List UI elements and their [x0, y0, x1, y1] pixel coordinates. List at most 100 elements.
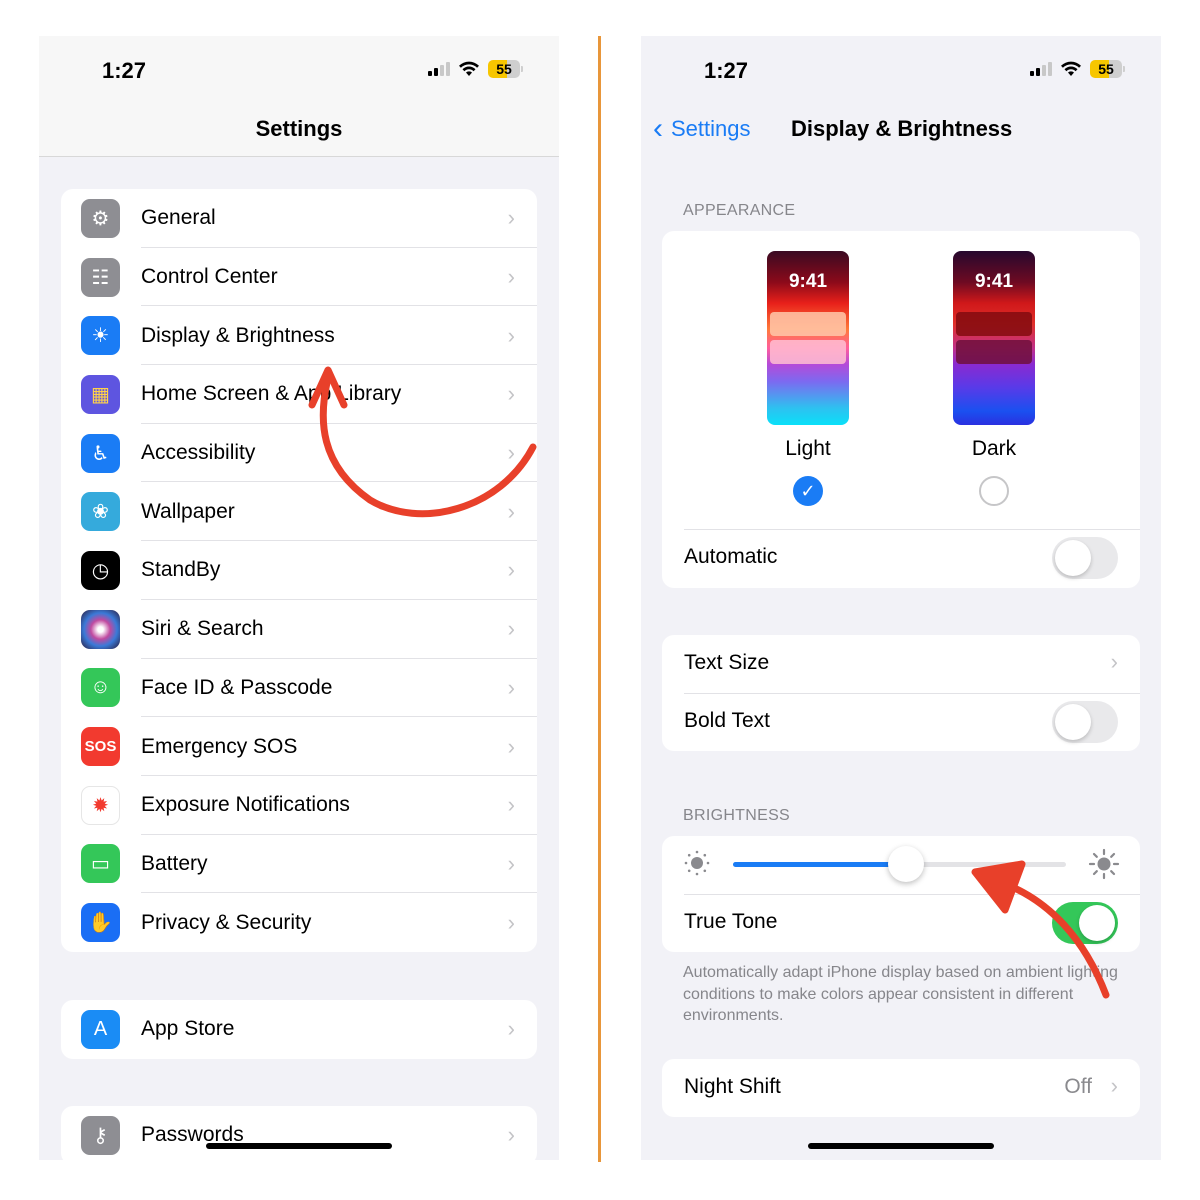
settings-row-passwords[interactable]: ⚷ Passwords › [61, 1106, 537, 1160]
app-store-icon: A [81, 1009, 120, 1049]
settings-row-app-store[interactable]: A App Store › [61, 1000, 537, 1059]
chevron-right-icon: › [507, 322, 515, 348]
cellular-signal-icon [1030, 62, 1052, 76]
face-id-icon: ☺ [81, 668, 120, 708]
battery-icon: ▭ [81, 844, 120, 884]
settings-row-label: Home Screen & App Library [141, 382, 402, 406]
true-tone-footnote: Automatically adapt iPhone display based… [683, 964, 1118, 1024]
true-tone-label: True Tone [684, 910, 778, 933]
sos-icon: SOS [81, 727, 120, 767]
battery-indicator: 55 [1090, 60, 1125, 78]
dark-mode-label: Dark [971, 437, 1017, 460]
night-shift-label: Night Shift [684, 1075, 781, 1098]
chevron-right-icon: › [507, 498, 515, 524]
settings-row-wallpaper[interactable]: ❀ Wallpaper › [61, 482, 537, 542]
bold-text-toggle[interactable] [1052, 701, 1118, 743]
brightness-slider-thumb[interactable] [888, 846, 925, 882]
dark-mode-preview[interactable]: 9:41 [953, 251, 1035, 425]
settings-row-emergency-sos[interactable]: SOS Emergency SOS › [61, 717, 537, 776]
chevron-right-icon: › [507, 1122, 515, 1148]
status-bar: 1:27 55 [39, 36, 559, 106]
settings-row-label: Face ID & Passcode [141, 675, 333, 699]
gear-icon: ⚙ [81, 198, 120, 238]
switches-icon: ☷ [81, 257, 120, 297]
app-grid-icon: ▦ [81, 374, 120, 414]
chevron-right-icon: › [507, 205, 515, 231]
true-tone-toggle[interactable] [1052, 902, 1118, 944]
settings-row-label: Wallpaper [141, 499, 235, 523]
settings-group-passwords: ⚷ Passwords › [61, 1106, 537, 1160]
chevron-right-icon: › [507, 616, 515, 642]
appearance-group: 9:41 9:41 Light Dark ✓ Automatic [662, 231, 1140, 588]
settings-row-control-center[interactable]: ☷ Control Center › [61, 248, 537, 307]
settings-row-accessibility[interactable]: ♿ Accessibility › [61, 424, 537, 483]
settings-row-privacy-security[interactable]: ✋ Privacy & Security › [61, 893, 537, 952]
night-shift-row[interactable]: Night Shift Off › [662, 1059, 1140, 1117]
brightness-slider[interactable] [733, 846, 1066, 882]
display-brightness-screen: 1:27 55 ‹ Settings Display & Brightness … [641, 36, 1161, 1160]
chevron-right-icon: › [507, 440, 515, 466]
settings-row-exposure-notifications[interactable]: ✹ Exposure Notifications › [61, 776, 537, 835]
home-indicator[interactable] [808, 1143, 994, 1149]
text-group: Text Size › Bold Text [662, 635, 1140, 751]
light-mode-preview[interactable]: 9:41 [767, 251, 849, 425]
settings-row-face-id-passcode[interactable]: ☺ Face ID & Passcode › [61, 659, 537, 718]
status-time: 1:27 [102, 58, 147, 83]
text-size-row[interactable]: Text Size › [662, 635, 1140, 693]
settings-row-label: Emergency SOS [141, 734, 298, 758]
bold-text-row: Bold Text [662, 693, 1140, 751]
flower-icon: ❀ [81, 492, 120, 532]
settings-row-standby[interactable]: ◷ StandBy › [61, 541, 537, 600]
night-shift-value: Off [1064, 1075, 1092, 1098]
wifi-icon [1061, 61, 1081, 76]
settings-row-home-screen-app-library[interactable]: ▦ Home Screen & App Library › [61, 365, 537, 424]
appearance-header: APPEARANCE [683, 202, 796, 219]
automatic-label: Automatic [684, 545, 778, 568]
brightness-group: True Tone [662, 836, 1140, 952]
night-shift-group: Night Shift Off › [662, 1059, 1140, 1117]
brightness-header: BRIGHTNESS [683, 807, 791, 824]
back-button[interactable]: ‹ Settings [653, 114, 751, 144]
text-size-label: Text Size [684, 651, 770, 674]
chevron-left-icon: ‹ [653, 112, 663, 145]
standby-icon: ◷ [81, 550, 120, 590]
settings-row-battery[interactable]: ▭ Battery › [61, 835, 537, 894]
cellular-signal-icon [428, 62, 450, 76]
settings-row-siri-search[interactable]: ● Siri & Search › [61, 600, 537, 659]
settings-row-label: Battery [141, 851, 208, 875]
settings-row-label: Privacy & Security [141, 910, 312, 934]
status-time: 1:27 [704, 58, 749, 83]
chevron-right-icon: › [1110, 649, 1118, 674]
wifi-icon [459, 61, 479, 76]
automatic-row: Automatic [662, 529, 1140, 587]
light-mode-label: Light [785, 437, 831, 460]
dark-mode-radio[interactable] [979, 476, 1009, 506]
brightness-slider-row [662, 836, 1140, 894]
chevron-right-icon: › [507, 1016, 515, 1042]
settings-row-display-brightness[interactable]: ☀ Display & Brightness › [61, 306, 537, 366]
sun-icon: ☀ [81, 316, 120, 356]
chevron-right-icon: › [507, 674, 515, 700]
settings-row-general[interactable]: ⚙ General › [61, 189, 537, 248]
page-title: Display & Brightness [791, 116, 1013, 141]
page-title: Settings [255, 116, 343, 141]
settings-row-label: Accessibility [141, 441, 256, 465]
light-mode-radio[interactable]: ✓ [793, 476, 823, 506]
settings-row-label: Exposure Notifications [141, 793, 350, 817]
back-label: Settings [671, 116, 751, 141]
sun-small-icon [684, 850, 710, 876]
settings-group-main: ⚙ General › ☷ Control Center › ☀ Display & Brig… [61, 189, 537, 952]
navigation-bar: 1:27 55 Settings [39, 36, 559, 157]
true-tone-row: True Tone [662, 894, 1140, 952]
bold-text-label: Bold Text [684, 709, 770, 732]
settings-group-store: A App Store › [61, 1000, 537, 1059]
accessibility-icon: ♿ [81, 433, 120, 473]
hand-icon: ✋ [81, 903, 120, 943]
brightness-slider-fill [733, 862, 907, 867]
divider-line [598, 36, 601, 1162]
chevron-right-icon: › [507, 733, 515, 759]
automatic-toggle[interactable] [1052, 537, 1118, 579]
settings-row-label: StandBy [141, 558, 221, 582]
chevron-right-icon: › [507, 909, 515, 935]
home-indicator[interactable] [206, 1143, 392, 1149]
